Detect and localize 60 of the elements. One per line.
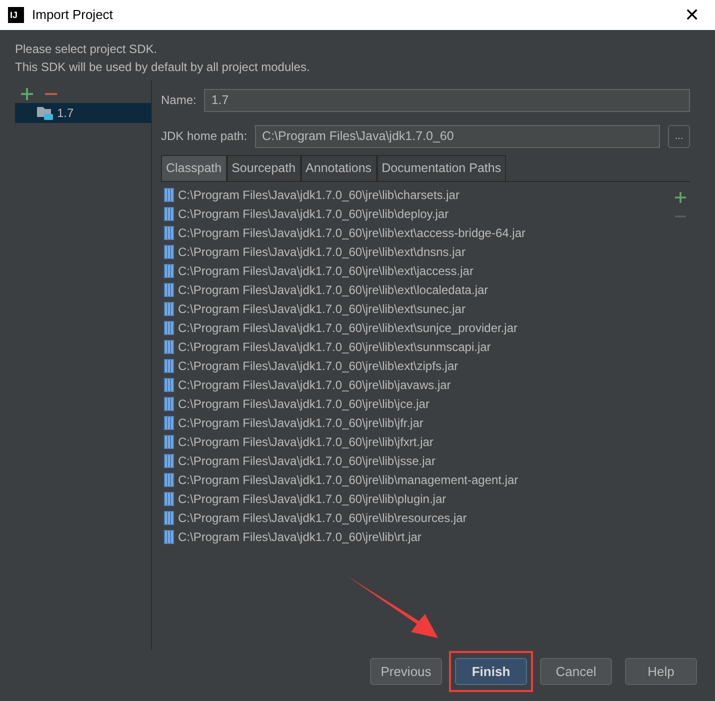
jar-icon	[164, 454, 174, 468]
window-title: Import Project	[32, 6, 113, 24]
jar-icon	[164, 473, 174, 488]
classpath-entry: C:\Program Files\Java\jdk1.7.0_60\jre\lib\ext\localedata.jar	[178, 282, 488, 300]
jar-icon	[164, 397, 174, 412]
classpath-entry: C:\Program Files\Java\jdk1.7.0_60\jre\lib\ext\sunec.jar	[178, 301, 466, 318]
jar-icon	[164, 245, 174, 260]
jar-icon	[164, 226, 174, 240]
intro-text: Please select project SDK.	[15, 41, 158, 58]
jdk-folder-icon	[37, 106, 53, 120]
dialog-button[interactable]: Previous	[370, 658, 442, 685]
jar-icon	[164, 321, 174, 336]
classpath-entry: C:\Program Files\Java\jdk1.7.0_60\jre\lib\management-agent.jar	[178, 472, 518, 490]
dialog-button[interactable]: Help	[625, 658, 697, 685]
tab[interactable]: Sourcepath	[226, 155, 301, 181]
add-icon[interactable]	[674, 192, 686, 203]
jar-icon	[164, 416, 174, 430]
jar-icon	[164, 530, 174, 544]
jar-icon	[164, 188, 174, 202]
jar-icon	[164, 302, 174, 316]
add-icon[interactable]	[21, 88, 33, 100]
jar-icon	[164, 283, 174, 298]
browse-button[interactable]: ...	[668, 124, 690, 148]
classpath-entry: C:\Program Files\Java\jdk1.7.0_60\jre\lib\javaws.jar	[178, 377, 451, 394]
sdk-item[interactable]: 1.7	[15, 103, 151, 123]
classpath-entry: C:\Program Files\Java\jdk1.7.0_60\jre\lib\ext\sunjce_provider.jar	[178, 320, 518, 338]
tab[interactable]: Annotations	[300, 155, 377, 181]
jar-icon	[164, 511, 174, 526]
classpath-entry: C:\Program Files\Java\jdk1.7.0_60\jre\lib\ext\jaccess.jar	[178, 263, 474, 280]
classpath-entry: C:\Program Files\Java\jdk1.7.0_60\jre\lib\rt.jar	[178, 529, 422, 546]
tab[interactable]: Documentation Paths	[376, 155, 506, 181]
classpath-entry: C:\Program Files\Java\jdk1.7.0_60\jre\lib\ext\access-bridge-64.jar	[178, 225, 526, 242]
classpath-entry: C:\Program Files\Java\jdk1.7.0_60\jre\lib\jce.jar	[178, 396, 430, 414]
classpath-entry: C:\Program Files\Java\jdk1.7.0_60\jre\lib\plugin.jar	[178, 491, 446, 508]
jdk-path-label: JDK home path:	[161, 128, 248, 145]
app-logo-icon: IJ	[8, 7, 24, 23]
close-button[interactable]: ✕	[677, 5, 707, 25]
classpath-entry: C:\Program Files\Java\jdk1.7.0_60\jre\lib\deploy.jar	[178, 206, 449, 224]
dialog-button[interactable]: Cancel	[540, 658, 612, 685]
classpath-entry: C:\Program Files\Java\jdk1.7.0_60\jre\lib\charsets.jar	[178, 187, 460, 204]
jar-icon	[164, 492, 174, 506]
classpath-entry: C:\Program Files\Java\jdk1.7.0_60\jre\lib\ext\sunmscapi.jar	[178, 339, 491, 356]
intro-text: This SDK will be used by default by all project modules.	[15, 59, 311, 76]
jar-icon	[164, 435, 174, 450]
classpath-entry: C:\Program Files\Java\jdk1.7.0_60\jre\lib\ext\zipfs.jar	[178, 358, 458, 376]
jdk-path-field[interactable]: C:\Program Files\Java\jdk1.7.0_60	[255, 124, 660, 148]
finish-button[interactable]: Finish	[455, 658, 527, 685]
jar-icon	[164, 264, 174, 278]
jar-icon	[164, 378, 174, 392]
tab[interactable]: Classpath	[161, 155, 227, 181]
jar-icon	[164, 340, 174, 354]
jar-icon	[164, 207, 174, 222]
classpath-entry: C:\Program Files\Java\jdk1.7.0_60\jre\lib\resources.jar	[178, 510, 467, 528]
name-label: Name:	[161, 92, 196, 109]
classpath-entry: C:\Program Files\Java\jdk1.7.0_60\jre\lib\ext\dnsns.jar	[178, 244, 466, 262]
classpath-entry: C:\Program Files\Java\jdk1.7.0_60\jre\lib\jsse.jar	[178, 453, 436, 470]
jar-icon	[164, 359, 174, 374]
classpath-entry: C:\Program Files\Java\jdk1.7.0_60\jre\lib\jfr.jar	[178, 415, 424, 432]
name-field[interactable]: 1.7	[204, 88, 690, 112]
classpath-entry: C:\Program Files\Java\jdk1.7.0_60\jre\lib\jfxrt.jar	[178, 434, 434, 452]
